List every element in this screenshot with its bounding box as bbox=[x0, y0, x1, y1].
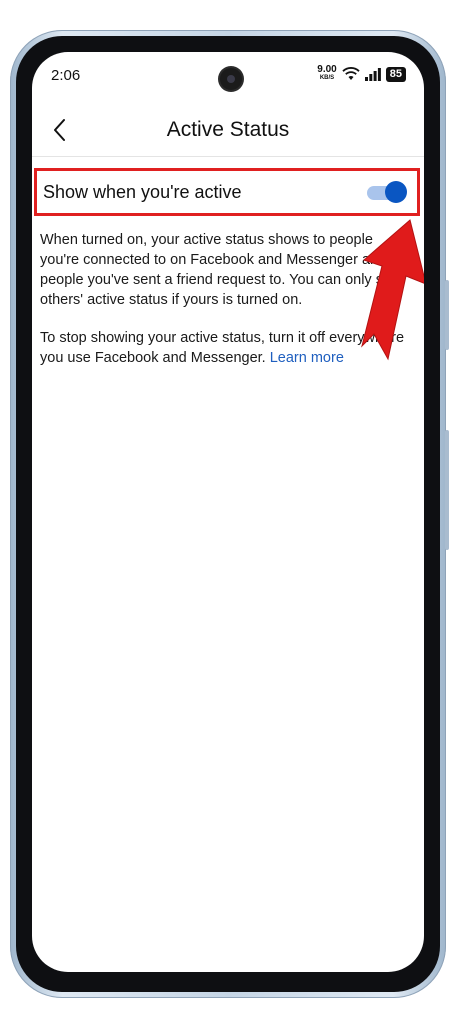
signal-icon bbox=[364, 67, 381, 81]
page-title: Active Status bbox=[166, 118, 290, 141]
learn-more-link[interactable]: Learn more bbox=[270, 350, 344, 366]
phone-screen: 2:06 9.00 KB/S 85 Active Status Show whe… bbox=[32, 52, 424, 972]
phone-frame: 2:06 9.00 KB/S 85 Active Status Show whe… bbox=[10, 30, 449, 998]
annotation-arrow-icon bbox=[361, 219, 424, 361]
power-button bbox=[445, 430, 449, 550]
status-indicators: 9.00 KB/S 85 bbox=[317, 64, 406, 82]
phone-bezel: 2:06 9.00 KB/S 85 Active Status Show whe… bbox=[16, 36, 440, 992]
setting-label: Show when you're active bbox=[43, 181, 242, 202]
screenshot-scene: 2:06 9.00 KB/S 85 Active Status Show whe… bbox=[0, 0, 458, 1024]
status-time: 2:06 bbox=[51, 67, 81, 84]
network-speed-value: 9.00 bbox=[317, 64, 337, 75]
active-status-setting-row[interactable]: Show when you're active bbox=[34, 168, 420, 216]
volume-button bbox=[445, 280, 449, 350]
network-speed: 9.00 KB/S bbox=[317, 64, 337, 82]
status-bar: 2:06 9.00 KB/S 85 bbox=[32, 52, 424, 96]
wifi-icon bbox=[342, 67, 360, 80]
front-camera bbox=[220, 68, 242, 90]
active-status-toggle[interactable] bbox=[367, 181, 407, 203]
network-speed-unit: KB/S bbox=[319, 75, 335, 81]
battery-level: 85 bbox=[385, 66, 406, 82]
page-header: Active Status bbox=[32, 104, 424, 157]
toggle-thumb bbox=[385, 181, 407, 203]
